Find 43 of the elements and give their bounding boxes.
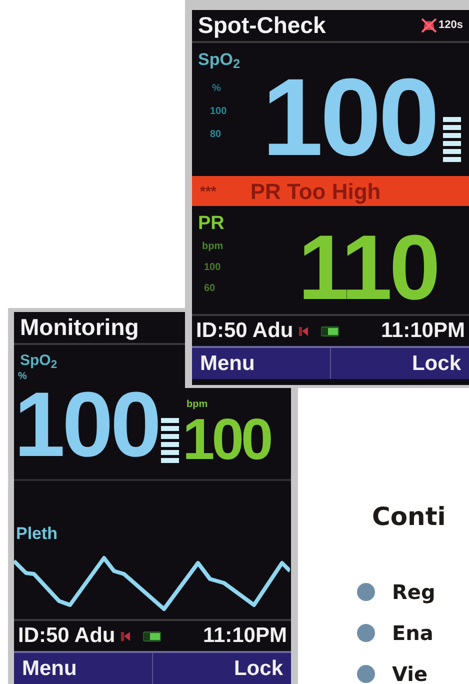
clock-time: 11:10PM [380,318,465,344]
battery-icon [321,326,340,336]
scale-value: 60 [204,282,216,296]
softkey[interactable]: Menu [192,348,330,379]
speaker-icon [121,630,132,642]
scale-value: 100 [210,104,228,118]
alarm-marks: *** [200,182,216,200]
scale-value: 100 [204,260,222,274]
signal-bars-icon [442,117,461,162]
spo2-label: SpO$_{2}$ [198,49,242,72]
speaker-icon [299,326,310,336]
unit-label: % [18,370,27,384]
pulse-rate-value: 100 [182,412,270,467]
patient-id: ID:50 Adu [196,318,294,344]
spo2-value: 100 [262,63,437,176]
spo2-label: SpO$_{2}$ [20,352,58,369]
softkey[interactable]: Lock [152,653,291,684]
section-heading: Conti [372,501,446,533]
alarm-message: PR Too High [250,178,381,206]
battery-icon [143,630,162,642]
pulse-rate-value: 110 [298,222,438,314]
spo2-value: 100 [14,384,158,467]
timer-label: 120s [438,18,463,34]
alarm-muted-icon [420,18,437,33]
pr-label: PR [198,212,226,236]
signal-bars-icon [160,418,178,463]
softkey[interactable]: Lock [330,348,469,379]
bullet-text: Reg [392,579,436,606]
screen-title: Monitoring [20,313,139,342]
unit-label: % [212,82,222,96]
pleth-label: Pleth [15,524,58,543]
clock-time: 11:10PM [202,623,287,650]
patient-id: ID:50 Adu [18,623,116,650]
unit-label: bpm [202,240,224,254]
bullet-text: Vie [392,661,428,684]
bullet-dot [357,624,375,642]
scale-value: 80 [210,128,222,142]
softkey[interactable]: Menu [14,653,152,684]
bullet-text: Ena [392,620,434,647]
bullet-dot [357,583,375,601]
bullet-dot [357,665,375,683]
unit-label: bpm [186,398,208,412]
screen-title: Spot-Check [198,11,326,40]
